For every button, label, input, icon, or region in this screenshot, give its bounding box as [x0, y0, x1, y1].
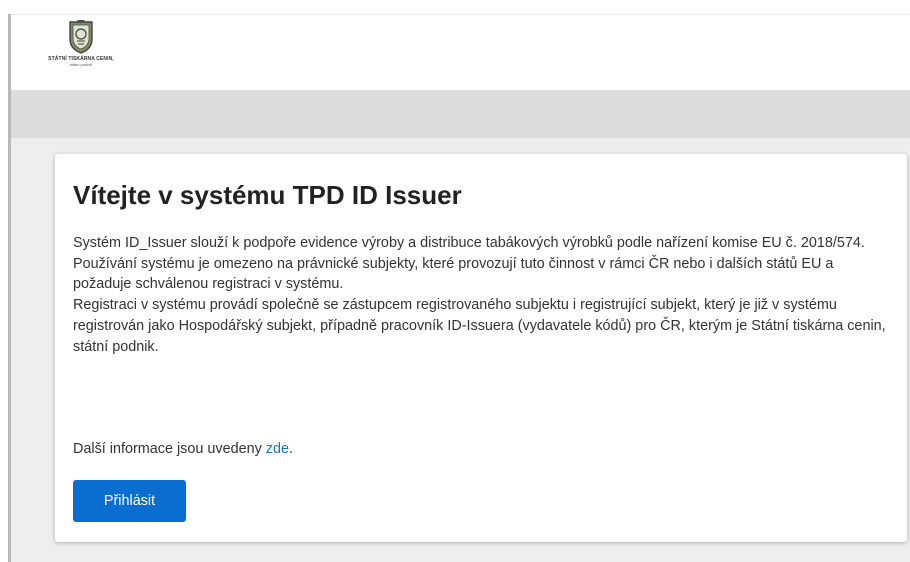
more-info-text: Další informace jsou uvedeny zde.: [73, 441, 293, 457]
welcome-card: Vítejte v systému TPD ID Issuer Systém I…: [55, 154, 907, 542]
toolbar: [11, 90, 910, 138]
more-info-suffix: .: [288, 441, 293, 457]
header: STÁTNÍ TISKÁRNA CENIN, státní podnik: [11, 14, 910, 91]
logo-subtitle: státní podnik: [69, 62, 93, 67]
logo[interactable]: STÁTNÍ TISKÁRNA CENIN, státní podnik: [31, 19, 131, 89]
card-body: Systém ID_Issuer slouží k podpoře eviden…: [73, 233, 895, 357]
login-button[interactable]: Přihlásit: [73, 480, 186, 522]
more-info-link[interactable]: zde: [266, 441, 289, 457]
registration-paragraph: Registraci v systému provádí společně se…: [73, 297, 886, 355]
usage-paragraph: Používání systému je omezeno na právnick…: [73, 255, 834, 293]
state-emblem-icon: [69, 20, 93, 54]
more-info-label: Další informace jsou uvedeny: [73, 441, 266, 457]
app-window: STÁTNÍ TISKÁRNA CENIN, státní podnik Vít…: [0, 0, 910, 562]
page-title: Vítejte v systému TPD ID Issuer: [73, 180, 462, 210]
intro-paragraph: Systém ID_Issuer slouží k podpoře eviden…: [73, 235, 865, 251]
